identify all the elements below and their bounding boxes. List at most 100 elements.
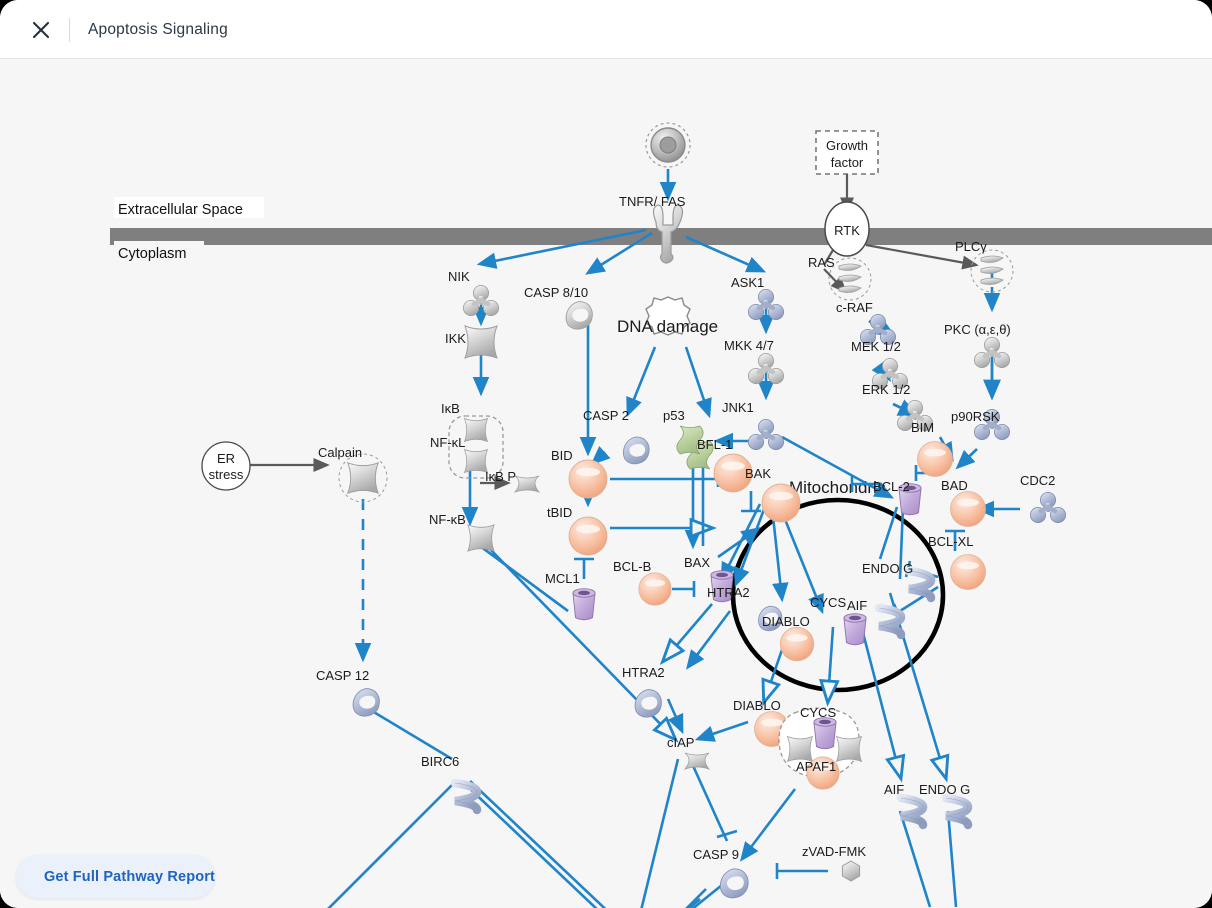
p90rsk-label: p90RSK	[951, 409, 1000, 424]
mek-1-2-label: MEK 1/2	[851, 339, 901, 354]
node-tbid[interactable]: tBID	[547, 505, 608, 556]
tnfr-fas-label: TNFR/ FAS	[619, 194, 686, 209]
bid-label: BID	[551, 448, 573, 463]
nf-kb-label: NF-κB	[429, 512, 466, 527]
node-endo-g-mito[interactable]: ENDO G	[862, 561, 931, 598]
tbid-label: tBID	[547, 505, 572, 520]
node-bak-mito[interactable]	[761, 483, 801, 523]
node-bfl-1[interactable]: BFL-1	[676, 425, 733, 455]
bak-label: BAK	[745, 466, 771, 481]
birc6-label: BIRC6	[421, 754, 459, 769]
nfkb-complex-label: NF-κL	[430, 435, 465, 450]
calpain-label: Calpain	[318, 445, 362, 460]
node-ciap[interactable]: cIAP	[667, 735, 710, 770]
node-ligand[interactable]	[645, 122, 691, 168]
node-bcl-b[interactable]: BCL-B	[613, 559, 672, 606]
node-ikb-p[interactable]: IκB P	[485, 469, 540, 493]
page-title: Apoptosis Signaling	[88, 21, 228, 38]
node-bak-upper[interactable]: BAK	[713, 453, 771, 493]
node-p90rsk[interactable]: p90RSK	[951, 409, 1010, 440]
node-casp-8-10[interactable]: CASP 8/10	[524, 285, 593, 330]
pkc-label: PKC (α,ε,θ)	[944, 322, 1011, 337]
node-plc-gamma[interactable]: PLCγ	[955, 239, 1014, 293]
casp-2-label: CASP 2	[583, 408, 629, 423]
node-growth-factor[interactable]: Growth factor	[815, 130, 879, 175]
casp-12-label: CASP 12	[316, 668, 369, 683]
pathway-canvas[interactable]: Extracellular Space Cytoplasm Mitochondr…	[0, 59, 1212, 908]
node-pkc[interactable]: PKC (α,ε,θ)	[944, 322, 1011, 368]
node-calpain[interactable]: Calpain	[318, 445, 388, 503]
node-nf-kb[interactable]: NF-κB	[429, 512, 495, 552]
endo-g-label: ENDO G	[919, 782, 970, 797]
ciap-label: cIAP	[667, 735, 694, 750]
node-aif[interactable]: AIF	[884, 782, 923, 825]
node-casp-9[interactable]: CASP 9	[693, 847, 749, 899]
node-ikk[interactable]: IKK	[445, 325, 498, 359]
extracellular-space-label: Extracellular Space	[118, 202, 243, 218]
bad-label: BAD	[941, 478, 968, 493]
ikb-p-label: IκB P	[485, 469, 516, 484]
aif-mito-label: AIF	[847, 598, 867, 613]
mkk-4-7-label: MKK 4/7	[724, 338, 774, 353]
pathway-viewer-window: Apoptosis Signaling Extracellular Space …	[0, 0, 1212, 908]
node-apaf1-complex[interactable]: CYCS APAF1	[778, 705, 862, 790]
ras-label: RAS	[808, 255, 835, 270]
node-bim[interactable]: BIM	[897, 400, 934, 435]
rtk-label: RTK	[834, 223, 860, 238]
node-diablo-mito[interactable]: DIABLO	[762, 614, 815, 662]
ikb-label: IκB	[441, 401, 460, 416]
node-nik[interactable]: NIK	[448, 269, 499, 316]
aif-label: AIF	[884, 782, 904, 797]
pathway-diagram[interactable]: Extracellular Space Cytoplasm Mitochondr…	[0, 59, 1212, 908]
node-ikb-nfkb-complex[interactable]: IκB NF-κL	[430, 401, 504, 479]
diablo-mito-label: DIABLO	[762, 614, 810, 629]
window-header: Apoptosis Signaling	[0, 0, 1212, 59]
bax-label: BAX	[684, 555, 710, 570]
node-mek-1-2[interactable]: MEK 1/2	[851, 314, 901, 354]
node-erk-1-2[interactable]: ERK 1/2	[862, 358, 910, 397]
node-bad-upper[interactable]: BAD	[917, 441, 968, 493]
diablo-label: DIABLO	[733, 698, 781, 713]
node-casp-12[interactable]: CASP 12	[316, 668, 380, 717]
cycs-label: CYCS	[800, 705, 836, 720]
node-rtk[interactable]: RTK	[824, 201, 870, 257]
nik-label: NIK	[448, 269, 470, 284]
node-zvad-fmk[interactable]: zVAD-FMK	[802, 844, 866, 882]
bcl-xl-label: BCL-XL	[928, 534, 974, 549]
node-bad[interactable]	[950, 491, 986, 527]
node-bid[interactable]: BID	[551, 448, 608, 499]
mcl1-label: MCL1	[545, 571, 580, 586]
endo-g-mito-label: ENDO G	[862, 561, 913, 576]
node-cdc2[interactable]: CDC2	[1020, 473, 1066, 523]
casp-9-label: CASP 9	[693, 847, 739, 862]
ask1-label: ASK1	[731, 275, 764, 290]
c-raf-label: c-RAF	[836, 300, 873, 315]
casp-8-10-label: CASP 8/10	[524, 285, 588, 300]
node-c-raf[interactable]: c-RAF	[828, 257, 873, 315]
dna-damage-label: DNA damage	[617, 317, 718, 336]
node-mkk-4-7[interactable]: MKK 4/7	[724, 338, 784, 384]
node-dna-damage[interactable]: DNA damage	[617, 296, 718, 336]
p53-label: p53	[663, 408, 685, 423]
get-full-pathway-report-button[interactable]: Get Full Pathway Report	[16, 855, 215, 898]
compartment-label-cytoplasm: Cytoplasm	[114, 241, 204, 262]
node-ask1[interactable]: ASK1	[731, 275, 784, 320]
node-birc6[interactable]: BIRC6	[421, 754, 477, 810]
ikk-label: IKK	[445, 331, 466, 346]
node-endo-g[interactable]: ENDO G	[919, 782, 970, 825]
node-casp-2[interactable]: CASP 2	[583, 408, 650, 465]
report-button-label: Get Full Pathway Report	[44, 868, 216, 885]
cytoplasm-label: Cytoplasm	[118, 246, 187, 262]
header-divider	[69, 18, 70, 42]
node-er-stress[interactable]: ER stress	[201, 441, 251, 491]
close-button[interactable]	[27, 17, 55, 43]
plc-gamma-label: PLCγ	[955, 239, 987, 254]
apaf1-label: APAF1	[796, 759, 836, 774]
erk-1-2-label: ERK 1/2	[862, 382, 910, 397]
htra2-mito-label: HTRA2	[707, 585, 750, 600]
bcl-b-label: BCL-B	[613, 559, 651, 574]
cdc2-label: CDC2	[1020, 473, 1055, 488]
zvad-fmk-label: zVAD-FMK	[802, 844, 866, 859]
close-icon	[32, 21, 50, 39]
htra2-label: HTRA2	[622, 665, 665, 680]
